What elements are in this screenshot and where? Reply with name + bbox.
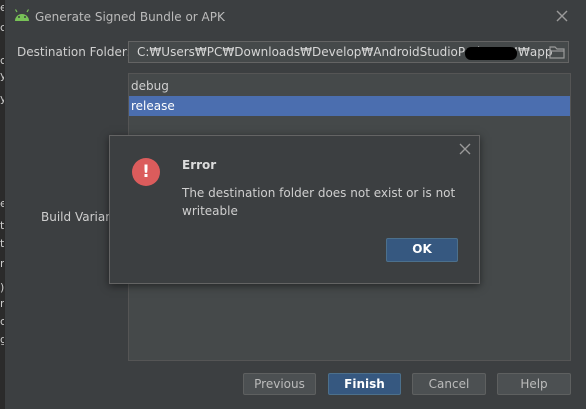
error-message: The destination folder does not exist or…: [182, 186, 456, 218]
cancel-button[interactable]: Cancel: [412, 373, 486, 395]
error-icon: !: [132, 158, 160, 186]
dialog-titlebar: Generate Signed Bundle or APK: [5, 0, 586, 34]
error-dialog: ! Error The destination folder does not …: [109, 135, 480, 284]
finish-button[interactable]: Finish: [328, 373, 401, 395]
destination-folder-label: Destination Folder:: [17, 45, 131, 59]
previous-button[interactable]: Previous: [243, 373, 316, 395]
help-button[interactable]: Help: [497, 373, 571, 395]
error-title: Error: [182, 158, 217, 172]
variant-item-release[interactable]: release: [129, 96, 570, 116]
close-icon[interactable]: [554, 8, 570, 24]
android-icon: [14, 9, 30, 21]
variant-item-debug[interactable]: debug: [129, 76, 570, 96]
redacted-project-name: [465, 47, 517, 60]
destination-path-suffix: ₩app: [518, 45, 553, 59]
dialog-title: Generate Signed Bundle or APK: [35, 10, 225, 24]
destination-folder-field[interactable]: C:₩Users₩PC₩Downloads₩Develop₩AndroidStu…: [128, 41, 569, 63]
ok-button[interactable]: OK: [386, 238, 458, 262]
close-icon[interactable]: [458, 142, 472, 156]
folder-icon[interactable]: [549, 45, 565, 59]
destination-path-prefix: C:₩Users₩PC₩Downloads₩Develop₩AndroidStu…: [137, 45, 518, 59]
